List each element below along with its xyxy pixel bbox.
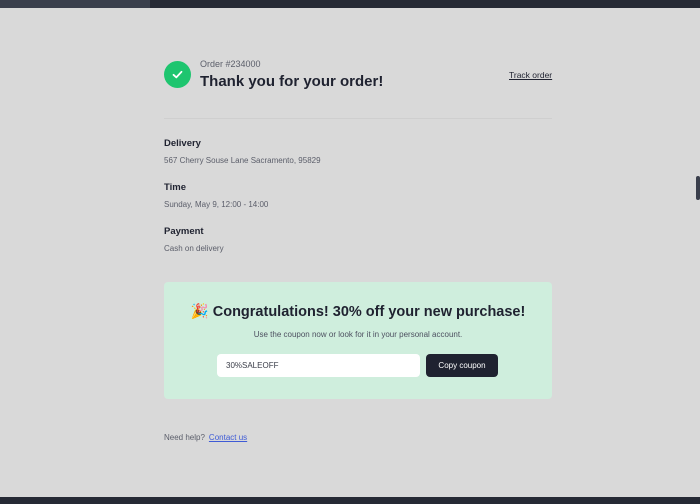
- scrollbar-handle[interactable]: [696, 176, 700, 200]
- delivery-address: 567 Cherry Souse Lane Sacramento, 95829: [164, 156, 321, 165]
- page-title: Thank you for your order!: [200, 73, 384, 90]
- payment-label: Payment: [164, 226, 204, 237]
- promo-title-text: Congratulations! 30% off your new purcha…: [212, 304, 526, 320]
- delivery-label: Delivery: [164, 138, 201, 149]
- contact-us-link[interactable]: Contact us: [209, 433, 247, 442]
- coupon-code-field[interactable]: [217, 354, 420, 377]
- check-circle-icon: [164, 61, 191, 88]
- top-bar-segment: [0, 0, 150, 8]
- payment-method: Cash on delivery: [164, 244, 224, 253]
- order-number: Order #234000: [200, 59, 261, 69]
- promo-card: 🎉 Congratulations! 30% off your new purch…: [164, 282, 552, 399]
- track-order-link[interactable]: Track order: [509, 70, 552, 80]
- help-section: Need help? Contact us: [164, 433, 247, 442]
- divider: [164, 118, 552, 119]
- time-label: Time: [164, 182, 187, 193]
- copy-coupon-button[interactable]: Copy coupon: [426, 354, 498, 377]
- bottom-bar: [0, 497, 700, 504]
- top-bar: [0, 0, 700, 8]
- promo-subtitle: Use the coupon now or look for it in you…: [253, 330, 463, 339]
- party-popper-icon: 🎉: [190, 304, 209, 320]
- delivery-time: Sunday, May 9, 12:00 - 14:00: [164, 200, 269, 209]
- promo-title: 🎉 Congratulations! 30% off your new purch…: [164, 303, 552, 320]
- help-text: Need help?: [164, 433, 205, 442]
